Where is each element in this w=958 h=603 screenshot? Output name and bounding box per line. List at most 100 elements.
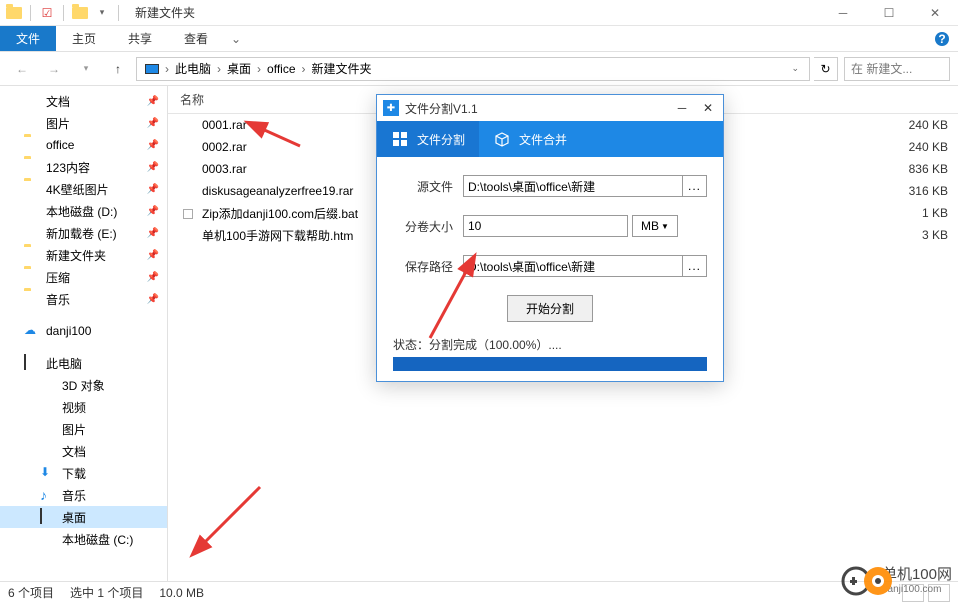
chevron-right-icon[interactable]: › xyxy=(163,62,171,76)
file-split-dialog: ✚ 文件分割V1.1 ─ ✕ 文件分割 文件合并 源文件 ... 分卷大小 xyxy=(376,94,724,382)
tree-item-label: 图片 xyxy=(62,421,86,438)
tree-item[interactable]: 文档📌 xyxy=(0,90,167,112)
maximize-button[interactable]: ☐ xyxy=(866,0,912,26)
pin-icon: 📌 xyxy=(147,96,159,107)
chevron-right-icon[interactable]: › xyxy=(255,62,263,76)
breadcrumb[interactable]: › 此电脑 › 桌面 › office › 新建文件夹 ⌄ xyxy=(136,57,810,81)
rar-icon xyxy=(180,117,196,133)
dialog-titlebar[interactable]: ✚ 文件分割V1.1 ─ ✕ xyxy=(377,95,723,121)
tree-item[interactable]: 图片 xyxy=(0,418,167,440)
tree-item-label: 视频 xyxy=(62,399,86,416)
qat-dropdown-icon[interactable]: ▾ xyxy=(92,3,112,23)
tree-item[interactable]: ♪音乐 xyxy=(0,484,167,506)
tree-item[interactable]: 本地磁盘 (C:) xyxy=(0,528,167,550)
status-text: 分割完成（100.00%）.... xyxy=(429,338,562,352)
chevron-right-icon[interactable]: › xyxy=(215,62,223,76)
pin-icon: 📌 xyxy=(147,140,159,151)
tree-item[interactable]: office📌 xyxy=(0,134,167,156)
tree-item[interactable]: 4K壁纸图片📌 xyxy=(0,178,167,200)
chevron-down-icon[interactable]: ⌄ xyxy=(785,63,805,74)
3d-icon xyxy=(40,377,56,393)
pin-icon: 📌 xyxy=(147,118,159,129)
tree-item[interactable]: ☁danji100 xyxy=(0,320,167,342)
file-name: 0003.rar xyxy=(202,162,247,176)
pin-icon: 📌 xyxy=(147,206,159,217)
start-split-button[interactable]: 开始分割 xyxy=(507,295,593,322)
source-input[interactable] xyxy=(463,175,683,197)
dialog-close-button[interactable]: ✕ xyxy=(699,99,717,117)
folder-icon xyxy=(70,3,90,23)
nav-up-button[interactable]: ↑ xyxy=(104,56,132,82)
tree-item[interactable]: 3D 对象 xyxy=(0,374,167,396)
desktop-icon xyxy=(40,509,56,525)
tab-split-label: 文件分割 xyxy=(417,131,465,148)
tree-item[interactable]: 新建文件夹📌 xyxy=(0,244,167,266)
breadcrumb-pc-icon[interactable] xyxy=(141,64,163,74)
browse-source-button[interactable]: ... xyxy=(683,175,707,197)
tab-merge-label: 文件合并 xyxy=(519,131,567,148)
tree-item-label: 新建文件夹 xyxy=(46,247,106,264)
folder-icon xyxy=(4,3,24,23)
tree-item[interactable]: 本地磁盘 (D:)📌 xyxy=(0,200,167,222)
nav-back-button[interactable]: ← xyxy=(8,56,36,82)
file-name: 0002.rar xyxy=(202,140,247,154)
tree-item[interactable]: 此电脑 xyxy=(0,352,167,374)
breadcrumb-item[interactable]: office xyxy=(263,62,299,76)
tree-item[interactable]: 压缩📌 xyxy=(0,266,167,288)
breadcrumb-item[interactable]: 新建文件夹 xyxy=(308,60,376,77)
file-name: Zip添加danji100.com后缀.bat xyxy=(202,205,358,222)
tree-item-label: 音乐 xyxy=(62,487,86,504)
tab-split[interactable]: 文件分割 xyxy=(377,121,479,157)
status-selected: 选中 1 个项目 xyxy=(70,584,143,601)
tree-item[interactable]: 桌面 xyxy=(0,506,167,528)
tree-item[interactable]: 图片📌 xyxy=(0,112,167,134)
breadcrumb-item[interactable]: 桌面 xyxy=(223,60,255,77)
tab-share[interactable]: 共享 xyxy=(112,26,168,51)
search-input[interactable]: 在 新建文... xyxy=(844,57,950,81)
help-icon[interactable]: ? xyxy=(934,26,958,51)
tree-item-label: 文档 xyxy=(62,443,86,460)
watermark-logo-icon xyxy=(840,563,876,599)
size-label: 分卷大小 xyxy=(393,218,463,235)
tree-item[interactable]: ⬇下载 xyxy=(0,462,167,484)
tab-view[interactable]: 查看 xyxy=(168,26,224,51)
size-input[interactable] xyxy=(463,215,628,237)
tree-item[interactable]: 123内容📌 xyxy=(0,156,167,178)
file-name: 单机100手游网下载帮助.htm xyxy=(202,227,353,244)
pin-icon: 📌 xyxy=(147,294,159,305)
file-size: 1 KB xyxy=(922,206,948,220)
dialog-minimize-button[interactable]: ─ xyxy=(673,99,691,117)
watermark: 单机100网 danji100.com xyxy=(840,563,952,599)
file-name: diskusageanalyzerfree19.rar xyxy=(202,184,353,198)
savepath-input[interactable] xyxy=(463,255,683,277)
browse-savepath-button[interactable]: ... xyxy=(683,255,707,277)
ribbon-expand-icon[interactable]: ⌄ xyxy=(224,26,248,51)
nav-forward-button[interactable]: → xyxy=(40,56,68,82)
tree-item-label: 3D 对象 xyxy=(62,377,105,394)
unit-select[interactable]: MB▼ xyxy=(632,215,678,237)
doc-icon xyxy=(40,443,56,459)
minimize-button[interactable]: ─ xyxy=(820,0,866,26)
address-bar: ← → ▾ ↑ › 此电脑 › 桌面 › office › 新建文件夹 ⌄ ↻ … xyxy=(0,52,958,86)
rar-icon xyxy=(180,183,196,199)
status-size: 10.0 MB xyxy=(159,586,204,600)
close-button[interactable]: ✕ xyxy=(912,0,958,26)
htm-icon xyxy=(180,227,196,243)
tree-item-label: 桌面 xyxy=(62,509,86,526)
tab-file[interactable]: 文件 xyxy=(0,26,56,51)
window-titlebar: ☑ ▾ 新建文件夹 ─ ☐ ✕ xyxy=(0,0,958,26)
navigation-tree[interactable]: 文档📌图片📌office📌123内容📌4K壁纸图片📌本地磁盘 (D:)📌新加载卷… xyxy=(0,86,168,583)
tab-merge[interactable]: 文件合并 xyxy=(479,121,581,157)
cloud-icon: ☁ xyxy=(24,323,40,339)
tree-item[interactable]: 文档 xyxy=(0,440,167,462)
tab-home[interactable]: 主页 xyxy=(56,26,112,51)
nav-recent-button[interactable]: ▾ xyxy=(72,56,100,82)
source-label: 源文件 xyxy=(393,178,463,195)
tree-item[interactable]: 音乐📌 xyxy=(0,288,167,310)
breadcrumb-item[interactable]: 此电脑 xyxy=(171,60,215,77)
qat-checkbox-icon[interactable]: ☑ xyxy=(37,3,57,23)
refresh-button[interactable]: ↻ xyxy=(814,57,838,81)
chevron-right-icon[interactable]: › xyxy=(300,62,308,76)
tree-item[interactable]: 视频 xyxy=(0,396,167,418)
tree-item[interactable]: 新加载卷 (E:)📌 xyxy=(0,222,167,244)
